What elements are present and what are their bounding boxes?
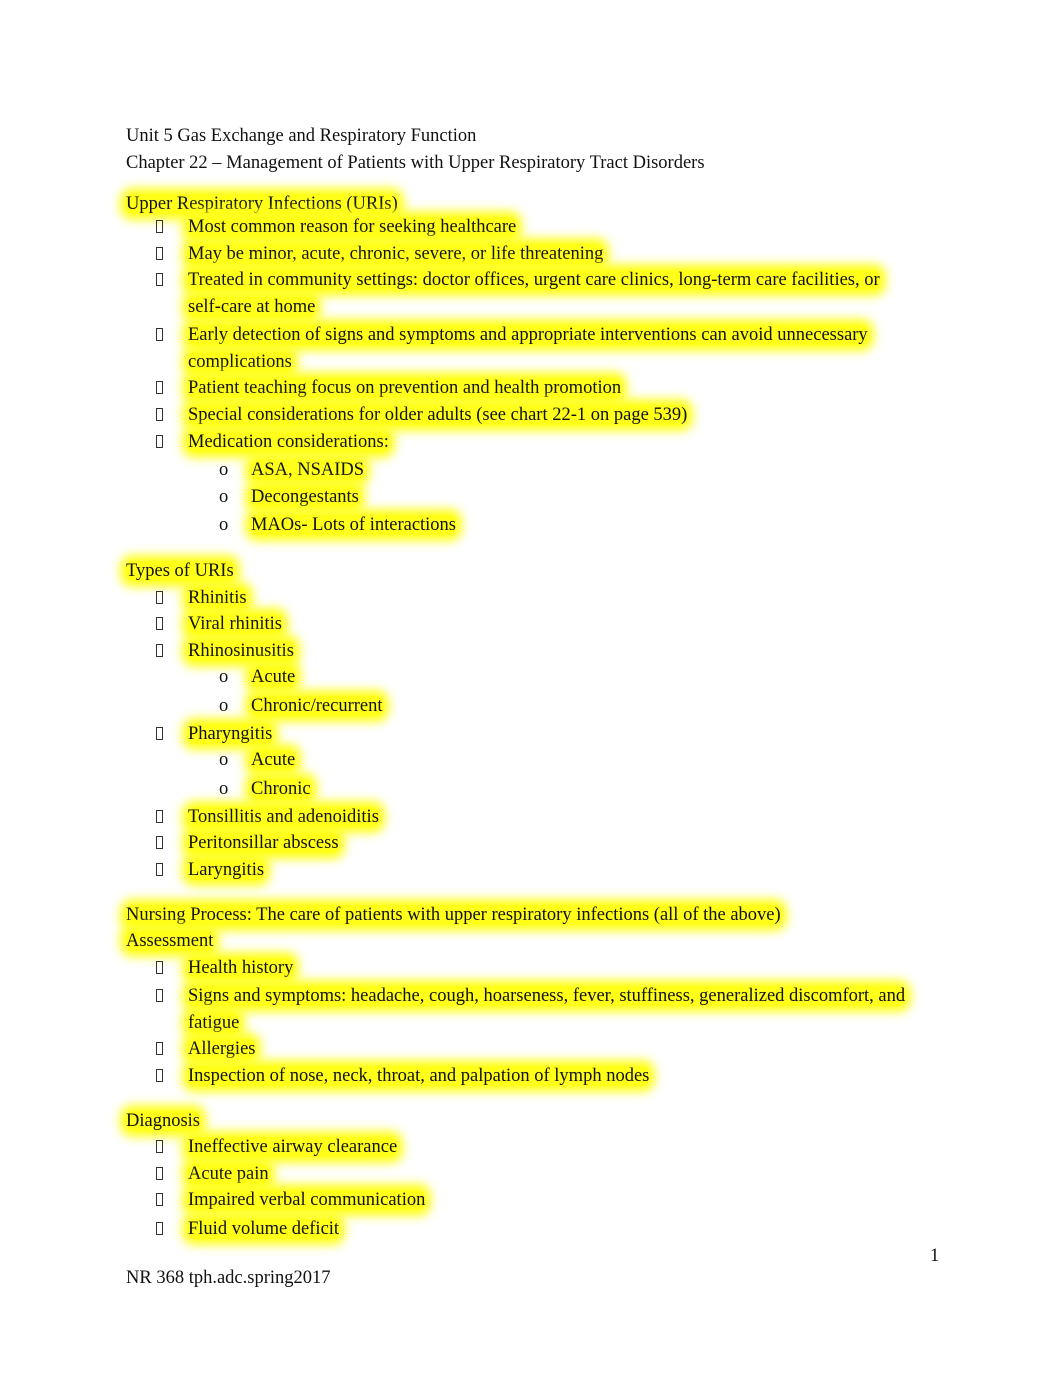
subheading-assessment: Assessment	[126, 931, 214, 951]
list-item-text: Allergies	[188, 1039, 256, 1059]
list-item-text: Pharyngitis	[188, 724, 273, 744]
sub-list-item-text: Acute	[251, 750, 296, 770]
section-heading-types: Types of URIs	[126, 561, 234, 581]
list-item-text: Ineffective airway clearance	[188, 1137, 398, 1157]
bullet-icon	[156, 591, 163, 604]
bullet-icon	[156, 1042, 163, 1055]
list-item-text: Laryngitis	[188, 860, 265, 880]
circle-bullet-icon: o	[219, 487, 229, 507]
bullet-icon	[156, 1140, 163, 1153]
list-item-text: Inspection of nose, neck, throat, and pa…	[188, 1066, 650, 1086]
sub-list-item-text: Acute	[251, 667, 296, 687]
list-item-text-continued: self-care at home	[188, 297, 316, 317]
list-item-text: Tonsillitis and adenoiditis	[188, 807, 379, 827]
page-number: 1	[930, 1246, 940, 1266]
list-item-text: Medication considerations:	[188, 432, 389, 452]
bullet-icon	[156, 328, 163, 341]
list-item-text: Impaired verbal communication	[188, 1190, 426, 1210]
list-item-text: Early detection of signs and symptoms an…	[188, 325, 868, 345]
bullet-icon	[156, 836, 163, 849]
sub-list-item-text: Chronic	[251, 779, 311, 799]
bullet-icon	[156, 408, 163, 421]
list-item-text: Rhinosinusitis	[188, 641, 294, 661]
circle-bullet-icon: o	[219, 750, 229, 770]
list-item-text: Most common reason for seeking healthcar…	[188, 217, 517, 237]
sub-list-item-text: Decongestants	[251, 487, 359, 507]
section-heading-diagnosis: Diagnosis	[126, 1111, 200, 1131]
bullet-icon	[156, 273, 163, 286]
bullet-icon	[156, 1167, 163, 1180]
list-item-text-continued: complications	[188, 352, 292, 372]
list-item-text: Patient teaching focus on prevention and…	[188, 378, 622, 398]
list-item-text-continued: fatigue	[188, 1013, 240, 1033]
circle-bullet-icon: o	[219, 779, 229, 799]
bullet-icon	[156, 644, 163, 657]
bullet-icon	[156, 810, 163, 823]
bullet-icon	[156, 727, 163, 740]
bullet-icon	[156, 1193, 163, 1206]
circle-bullet-icon: o	[219, 460, 229, 480]
document-page: Unit 5 Gas Exchange and Respiratory Func…	[0, 0, 1062, 1377]
list-item-text: May be minor, acute, chronic, severe, or…	[188, 244, 604, 264]
bullet-icon	[156, 1222, 163, 1235]
unit-title: Unit 5 Gas Exchange and Respiratory Func…	[126, 126, 477, 146]
bullet-icon	[156, 220, 163, 233]
list-item-text: Fluid volume deficit	[188, 1219, 340, 1239]
chapter-title: Chapter 22 – Management of Patients with…	[126, 153, 705, 173]
sub-list-item-text: ASA, NSAIDS	[251, 460, 365, 480]
list-item-text: Special considerations for older adults …	[188, 405, 688, 425]
bullet-icon	[156, 381, 163, 394]
bullet-icon	[156, 961, 163, 974]
list-item-text: Peritonsillar abscess	[188, 833, 339, 853]
list-item-text: Treated in community settings: doctor of…	[188, 270, 880, 290]
list-item-text: Acute pain	[188, 1164, 269, 1184]
section-heading-nursing-process: Nursing Process: The care of patients wi…	[126, 905, 781, 925]
bullet-icon	[156, 1069, 163, 1082]
bullet-icon	[156, 863, 163, 876]
bullet-icon	[156, 989, 163, 1002]
list-item-text: Viral rhinitis	[188, 614, 282, 634]
list-item-text: Signs and symptoms: headache, cough, hoa…	[188, 986, 906, 1006]
footer-course-label: NR 368 tph.adc.spring2017	[126, 1268, 331, 1288]
circle-bullet-icon: o	[219, 515, 229, 535]
circle-bullet-icon: o	[219, 667, 229, 687]
bullet-icon	[156, 617, 163, 630]
list-item-text: Rhinitis	[188, 588, 247, 608]
bullet-icon	[156, 435, 163, 448]
sub-list-item-text: MAOs- Lots of interactions	[251, 515, 457, 535]
section-heading-uri: Upper Respiratory Infections (URIs)	[126, 194, 398, 214]
list-item-text: Health history	[188, 958, 294, 978]
circle-bullet-icon: o	[219, 696, 229, 716]
sub-list-item-text: Chronic/recurrent	[251, 696, 383, 716]
bullet-icon	[156, 247, 163, 260]
